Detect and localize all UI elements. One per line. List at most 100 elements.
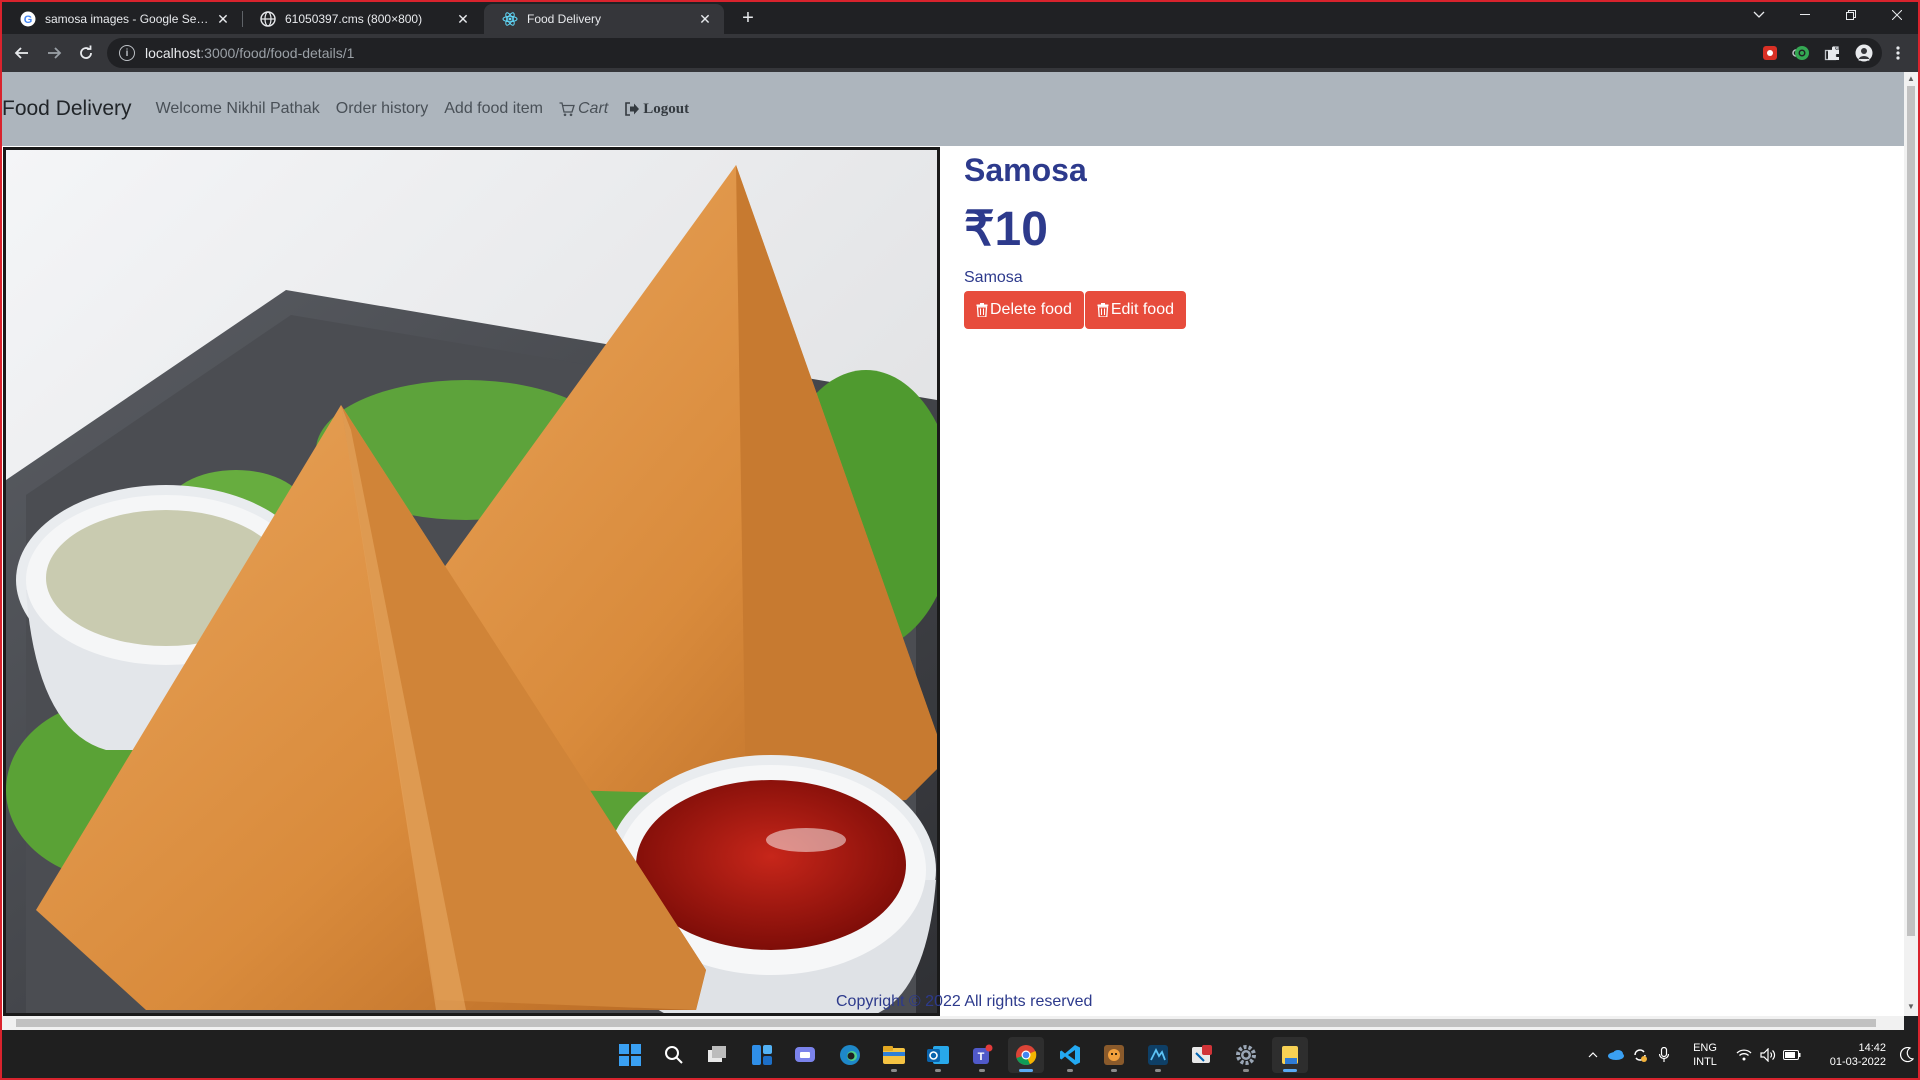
site-navbar: Food Delivery Welcome Nikhil Pathak Orde…: [2, 72, 1904, 146]
profile-avatar-icon[interactable]: [1850, 39, 1878, 67]
food-name: Samosa: [964, 152, 1087, 188]
food-description: Samosa: [964, 269, 1023, 286]
trash-icon: [976, 303, 988, 317]
add-food-item-link[interactable]: Add food item: [444, 100, 543, 118]
edge-browser-icon[interactable]: [832, 1037, 868, 1073]
running-indicator: [1155, 1069, 1161, 1072]
svg-text:T: T: [978, 1051, 985, 1063]
react-icon: [502, 11, 518, 27]
clock-time: 14:42: [1858, 1042, 1886, 1054]
running-indicator: [979, 1069, 985, 1072]
teams-chat-icon[interactable]: [788, 1037, 824, 1073]
google-icon: G: [20, 11, 36, 27]
onedrive-cloud-icon[interactable]: [1604, 1050, 1628, 1060]
microphone-icon[interactable]: [1652, 1047, 1676, 1063]
window-close-button[interactable]: [1874, 0, 1920, 30]
trash-icon: [1097, 303, 1109, 317]
tab-title: samosa images - Google Search: [45, 12, 214, 26]
system-tray: ENG INTL 14:42 01-03-2022: [1582, 1030, 1920, 1080]
logout-link[interactable]: Logout: [624, 101, 689, 118]
tab-title: 61050397.cms (800×800): [285, 12, 423, 26]
logout-label: Logout: [643, 100, 690, 117]
sync-icon[interactable]: [1628, 1047, 1652, 1063]
minimize-button[interactable]: [1782, 0, 1828, 30]
running-indicator: [1067, 1069, 1073, 1072]
search-icon[interactable]: [656, 1037, 692, 1073]
keyboard-layout: INTL: [1693, 1056, 1717, 1068]
file-explorer-icon[interactable]: [876, 1037, 912, 1073]
logout-icon: [625, 102, 640, 116]
scroll-down-icon[interactable]: ▼: [1907, 1002, 1915, 1011]
battery-icon[interactable]: [1780, 1050, 1804, 1060]
menu-kebab-icon[interactable]: [1884, 39, 1912, 67]
food-price: ₹10: [964, 203, 1048, 256]
windows-start-icon[interactable]: [612, 1037, 648, 1073]
snipping-tool-icon[interactable]: [1184, 1037, 1220, 1073]
running-indicator: [1283, 1069, 1297, 1072]
tiger-app-icon[interactable]: [1096, 1037, 1132, 1073]
scroll-up-icon[interactable]: ▲: [1907, 74, 1915, 83]
outlook-icon[interactable]: [920, 1037, 956, 1073]
new-tab-button[interactable]: +: [736, 6, 760, 30]
food-actions: Delete food Edit food: [964, 291, 1186, 329]
svg-text:G: G: [24, 14, 33, 26]
chevron-up-icon[interactable]: [1582, 1052, 1604, 1058]
food-image: [3, 147, 940, 1016]
forward-icon[interactable]: [40, 39, 68, 67]
settings-gear-icon[interactable]: [1228, 1037, 1264, 1073]
browser-tab-food-delivery[interactable]: Food Delivery ✕: [484, 4, 724, 34]
sticky-notes-icon[interactable]: [1272, 1037, 1308, 1073]
volume-icon[interactable]: [1756, 1048, 1780, 1062]
chrome-icon[interactable]: [1008, 1037, 1044, 1073]
order-history-link[interactable]: Order history: [336, 100, 428, 118]
vertical-scrollbar[interactable]: ▲ ▼: [1904, 72, 1918, 1016]
running-indicator: [1019, 1069, 1033, 1072]
tab-search-icon[interactable]: [1736, 0, 1782, 30]
horizontal-scrollbar[interactable]: [2, 1016, 1904, 1030]
extension-green-icon[interactable]: [1788, 39, 1816, 67]
page-viewport: Food Delivery Welcome Nikhil Pathak Orde…: [2, 72, 1904, 1016]
url-path: :3000/food/food-details/1: [200, 45, 355, 61]
widgets-icon[interactable]: [744, 1037, 780, 1073]
task-view-icon[interactable]: [700, 1037, 736, 1073]
wifi-icon[interactable]: [1732, 1049, 1756, 1061]
browser-tab-google-search[interactable]: G samosa images - Google Search ✕: [2, 4, 242, 34]
url-host: localhost: [145, 45, 201, 61]
tab-title: Food Delivery: [527, 12, 602, 26]
browser-toolbar: i localhost:3000/food/food-details/1: [0, 34, 1920, 72]
extensions-puzzle-icon[interactable]: [1820, 39, 1848, 67]
running-indicator: [935, 1069, 941, 1072]
delete-food-button[interactable]: Delete food: [964, 291, 1084, 329]
running-indicator: [1111, 1069, 1117, 1072]
teams-icon[interactable]: T: [964, 1037, 1000, 1073]
language-code: ENG: [1693, 1042, 1717, 1054]
vertical-scroll-thumb[interactable]: [1907, 86, 1915, 936]
address-bar[interactable]: i localhost:3000/food/food-details/1: [107, 38, 1882, 68]
azure-data-studio-icon[interactable]: [1140, 1037, 1176, 1073]
cart-link[interactable]: Cart: [559, 100, 608, 118]
reload-icon[interactable]: [72, 39, 100, 67]
edit-food-button[interactable]: Edit food: [1084, 291, 1186, 329]
welcome-link[interactable]: Welcome Nikhil Pathak: [156, 100, 320, 118]
edit-food-label: Edit food: [1110, 301, 1174, 318]
horizontal-scroll-thumb[interactable]: [16, 1019, 1876, 1027]
cart-icon: [559, 101, 575, 116]
close-icon[interactable]: ✕: [214, 10, 232, 28]
clock[interactable]: 14:42 01-03-2022: [1816, 1041, 1886, 1069]
delete-food-label: Delete food: [990, 301, 1072, 318]
running-indicator: [1243, 1069, 1249, 1072]
browser-tab-strip: G samosa images - Google Search ✕ 610503…: [0, 0, 1920, 34]
extension-red-icon[interactable]: [1756, 39, 1784, 67]
site-info-icon[interactable]: i: [119, 45, 135, 61]
close-icon[interactable]: ✕: [454, 10, 472, 28]
brand-link[interactable]: Food Delivery: [2, 97, 132, 121]
vscode-icon[interactable]: [1052, 1037, 1088, 1073]
language-indicator[interactable]: ENG INTL: [1682, 1041, 1728, 1069]
notifications-moon-icon[interactable]: [1892, 1047, 1920, 1063]
back-icon[interactable]: [8, 39, 36, 67]
close-icon[interactable]: ✕: [696, 10, 714, 28]
browser-tab-image[interactable]: 61050397.cms (800×800) ✕: [242, 4, 482, 34]
copyright-footer: Copyright © 2022 All rights reserved: [836, 993, 1093, 1010]
restore-button[interactable]: [1828, 0, 1874, 30]
food-details: Samosa ₹10 Samosa Delete food Edit food: [964, 152, 1186, 329]
